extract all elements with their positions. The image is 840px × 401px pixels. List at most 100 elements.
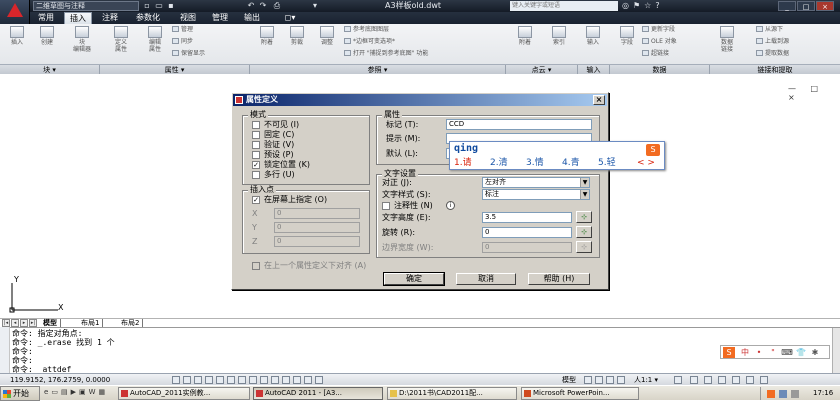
ok-button[interactable]: 确定 — [383, 272, 445, 286]
download-from-source-button[interactable]: 从源下 — [756, 26, 783, 34]
quick-properties-icon[interactable] — [304, 376, 312, 384]
quick-view-drawings-icon[interactable] — [595, 376, 603, 384]
pan-icon[interactable] — [606, 376, 614, 384]
network-icon[interactable] — [779, 390, 787, 398]
insert-block-button[interactable]: 插入 — [4, 26, 30, 46]
clean-screen-icon[interactable] — [760, 376, 768, 384]
help-button[interactable]: 帮助 (H) — [528, 273, 590, 285]
data-link-button[interactable]: 数据 链接 — [712, 26, 742, 53]
preset-checkbox[interactable]: 预设 (P) — [252, 150, 294, 160]
keep-display-button[interactable]: 保留显示 — [172, 50, 205, 58]
pick-width-icon[interactable]: ⊹ — [576, 241, 592, 253]
taskbar-item[interactable]: AutoCAD 2011 - [A3... — [253, 387, 383, 400]
polar-tracking-icon[interactable] — [216, 376, 224, 384]
info-icon[interactable]: i — [446, 201, 455, 210]
ime-candidate[interactable]: 4.青 — [562, 157, 580, 169]
next-tab-icon[interactable]: ▸ — [20, 319, 28, 327]
dialog-title-bar[interactable]: 属性定义 — [233, 94, 607, 106]
specify-on-screen-checkbox[interactable]: ✓ 在屏幕上指定 (O) — [252, 195, 327, 205]
pick-rotation-icon[interactable]: ⊹ — [576, 226, 592, 238]
upload-to-source-button[interactable]: 上载到源 — [756, 38, 789, 46]
hyperlink-button[interactable]: 超链接 — [642, 50, 669, 58]
cancel-button[interactable]: 取消 — [456, 273, 516, 285]
keyboard-icon[interactable]: ⌨ — [781, 347, 793, 358]
last-tab-icon[interactable]: ▸| — [29, 319, 37, 327]
rotation-input[interactable]: 0 — [482, 227, 572, 238]
first-tab-icon[interactable]: |◂ — [2, 319, 10, 327]
import-button[interactable]: 输入 — [580, 26, 606, 46]
start-button[interactable]: 开始 — [0, 386, 40, 401]
ducs-icon[interactable] — [260, 376, 268, 384]
grid-display-icon[interactable] — [194, 376, 202, 384]
infer-constraints-icon[interactable] — [172, 376, 180, 384]
clock[interactable]: 17:16 — [813, 387, 833, 400]
close-button[interactable]: × — [816, 1, 834, 11]
explorer-icon[interactable]: ▤ — [61, 388, 71, 396]
multiline-checkbox[interactable]: 多行 (U) — [252, 170, 295, 180]
boundary-width-input[interactable]: 0 — [482, 242, 572, 253]
desktop-icon[interactable]: ▭ — [51, 388, 61, 396]
tab-annotate[interactable]: 注释 — [96, 12, 124, 24]
object-snap-icon[interactable] — [227, 376, 235, 384]
communication-icon[interactable]: ⚑ — [633, 1, 644, 10]
underlay-snap-toggle[interactable]: 打开 "捕捉到参考底图" 功能 — [344, 50, 428, 58]
help-icon[interactable]: ? — [655, 1, 663, 10]
statusbar-menu-icon[interactable] — [746, 376, 754, 384]
viewport-controls[interactable]: — □ × — [788, 84, 840, 102]
ime-candidate[interactable]: 1.请 — [454, 157, 472, 169]
block-editor-button[interactable]: 块 编辑器 — [64, 26, 100, 53]
hardware-acceleration-icon[interactable] — [718, 376, 726, 384]
minimize-button[interactable]: _ — [778, 1, 796, 11]
text-height-input[interactable]: 3.5 — [482, 212, 572, 223]
save-icon[interactable]: ▪ — [166, 1, 176, 11]
zoom-icon[interactable] — [617, 376, 625, 384]
print-icon[interactable]: ⎙ — [272, 1, 282, 11]
prev-tab-icon[interactable]: ◂ — [11, 319, 19, 327]
command-window-grip[interactable] — [0, 327, 10, 373]
volume-icon[interactable] — [791, 390, 799, 398]
tag-input[interactable]: CCD — [446, 119, 592, 130]
adjust-button[interactable]: 调整 — [314, 26, 340, 46]
open-icon[interactable]: ▭ — [154, 1, 164, 11]
text-style-select[interactable]: 标注 ▼ — [482, 189, 590, 200]
otrack-icon[interactable] — [249, 376, 257, 384]
chinese-mode-icon[interactable]: 中 — [739, 347, 751, 358]
define-attributes-button[interactable]: 定义 属性 — [108, 26, 134, 53]
halfwidth-icon[interactable]: • — [753, 347, 765, 358]
command-window[interactable]: 命令: 指定对角点: 命令: _.erase 找到 1 个 命令: 命令: 命令… — [0, 327, 840, 374]
y-input[interactable]: 0 — [274, 222, 360, 233]
pick-height-icon[interactable]: ⊹ — [576, 211, 592, 223]
binoculars-icon[interactable]: ◎ — [622, 1, 633, 10]
undo-icon[interactable]: ↶ — [246, 1, 256, 11]
app-menu-button[interactable] — [0, 0, 30, 24]
ime-candidate[interactable]: 3.情 — [526, 157, 544, 169]
frames-option[interactable]: *边框可变选项* — [344, 38, 395, 46]
invisible-checkbox[interactable]: 不可见 (I) — [252, 120, 299, 130]
ime-page-arrows[interactable]: < > — [637, 157, 655, 169]
tab-insert[interactable]: 插入 — [64, 12, 92, 24]
calc-icon[interactable]: ▦ — [99, 388, 109, 396]
punctuation-icon[interactable]: " — [767, 347, 779, 358]
ole-object-button[interactable]: OLE 对象 — [642, 38, 677, 46]
ortho-mode-icon[interactable] — [205, 376, 213, 384]
taskbar-item[interactable]: AutoCAD_2011实例教... — [118, 387, 250, 400]
taskbar-item[interactable]: Microsoft PowerPoin... — [521, 387, 639, 400]
align-below-checkbox[interactable]: 在上一个属性定义下对齐 (A) — [252, 261, 366, 271]
workspace-switching-icon[interactable] — [690, 376, 698, 384]
folder-icon[interactable]: ▣ — [79, 388, 89, 396]
redo-icon[interactable]: ↷ — [258, 1, 268, 11]
tab-manage[interactable]: 管理 — [206, 12, 234, 24]
justify-select[interactable]: 左对齐 ▼ — [482, 177, 590, 188]
z-input[interactable]: 0 — [274, 236, 360, 247]
underlay-layers-button[interactable]: 参考底图图层 — [344, 26, 389, 34]
tab-home[interactable]: 常用 — [32, 12, 60, 24]
ime-candidate[interactable]: 5.轻 — [598, 157, 616, 169]
field-button[interactable]: 字段 — [614, 26, 640, 46]
tab-overflow[interactable]: ◻▾ — [278, 12, 302, 24]
clip-button[interactable]: 剪裁 — [284, 26, 310, 46]
3d-osnap-icon[interactable] — [238, 376, 246, 384]
dynamic-input-icon[interactable] — [271, 376, 279, 384]
tools-icon[interactable]: ✱ — [809, 347, 821, 358]
toolbar-lock-icon[interactable] — [704, 376, 712, 384]
extract-data-button[interactable]: 提取数据 — [756, 50, 789, 58]
